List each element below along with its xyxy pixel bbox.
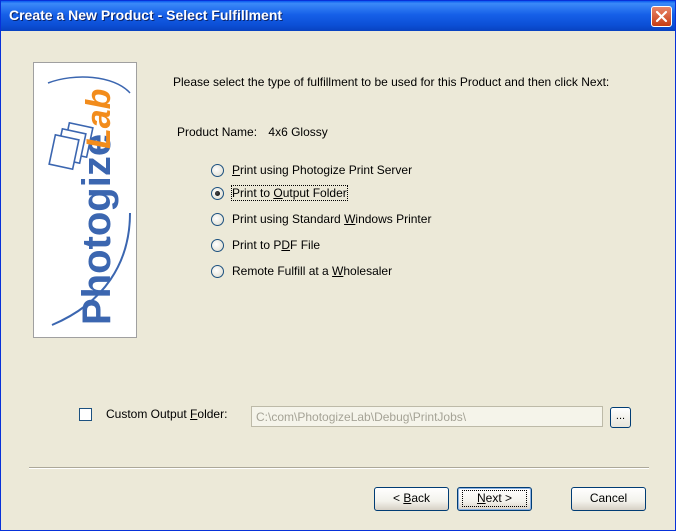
radio-button-selected[interactable] [211, 186, 224, 200]
back-button[interactable]: < Back [374, 487, 449, 511]
radio-label[interactable]: Remote Fulfill at a Wholesaler [232, 264, 392, 278]
product-name-row: Product Name: 4x6 Glossy [177, 125, 328, 139]
radio-option-windows-printer[interactable]: Print using Standard Windows Printer [211, 211, 431, 227]
radio-button[interactable] [211, 212, 224, 226]
radio-option-photogize-print-server[interactable]: Print using Photogize Print Server [211, 162, 412, 178]
radio-option-wholesaler[interactable]: Remote Fulfill at a Wholesaler [211, 263, 392, 279]
cancel-button[interactable]: Cancel [571, 487, 646, 511]
browse-button[interactable]: ... [610, 407, 631, 428]
radio-option-pdf-file[interactable]: Print to PDF File [211, 237, 320, 253]
product-logo: Photogize Lab [33, 62, 137, 338]
next-button[interactable]: Next > [457, 487, 532, 511]
radio-label[interactable]: Print to Output Folder [231, 185, 348, 201]
radio-label[interactable]: Print using Standard Windows Printer [232, 212, 431, 226]
product-name-value: 4x6 Glossy [268, 125, 328, 139]
window-title: Create a New Product - Select Fulfillmen… [9, 7, 283, 23]
dialog-window: Create a New Product - Select Fulfillmen… [0, 0, 676, 531]
separator [29, 467, 649, 469]
logo-text-photogize: Photogize [75, 134, 119, 325]
title-bar[interactable]: Create a New Product - Select Fulfillmen… [1, 1, 675, 31]
radio-button[interactable] [211, 238, 224, 252]
product-name-label: Product Name: [177, 125, 258, 139]
radio-label[interactable]: Print using Photogize Print Server [232, 163, 412, 177]
custom-output-folder-label[interactable]: Custom Output Folder: [106, 407, 227, 421]
close-button[interactable] [651, 6, 672, 27]
radio-option-output-folder[interactable]: Print to Output Folder [211, 185, 348, 201]
radio-label[interactable]: Print to PDF File [232, 238, 320, 252]
close-icon [655, 10, 668, 23]
instruction-text: Please select the type of fulfillment to… [173, 75, 610, 89]
custom-output-folder-input[interactable]: C:\com\PhotogizeLab\Debug\PrintJobs\ [251, 406, 603, 427]
radio-button[interactable] [211, 264, 224, 278]
custom-output-folder-checkbox[interactable] [79, 407, 92, 421]
radio-button[interactable] [211, 163, 224, 177]
custom-output-folder-row: Custom Output Folder: [79, 407, 233, 421]
logo-text-lab: Lab [80, 89, 118, 149]
